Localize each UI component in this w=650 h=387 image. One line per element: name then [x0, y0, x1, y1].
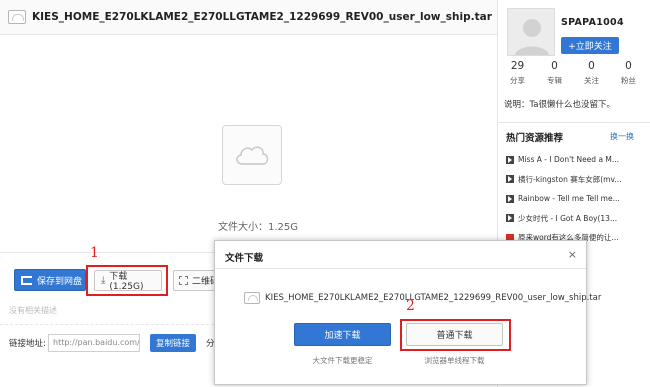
save-to-netdisk-button[interactable]: 保存到网盘 — [14, 269, 86, 291]
list-item-label: 少女时代 - I Got A Boy(13... — [518, 213, 618, 223]
qr-code-icon — [179, 276, 188, 285]
user-description: 说明：Ta很懒什么也没留下。 — [504, 100, 615, 110]
list-item-label: Miss A - I Don't Need a M... — [518, 155, 620, 165]
user-stats: 29 分享 0 专辑 0 关注 0 粉丝 — [499, 60, 650, 86]
cloud-file-icon — [222, 125, 282, 185]
file-icon — [244, 292, 260, 304]
video-icon — [506, 175, 514, 184]
username[interactable]: SPAPA1004 — [561, 17, 624, 28]
list-item[interactable]: 横行-kingston 赛车女郎(mv... — [506, 170, 646, 190]
hot-resources-header: 热门资源推荐 换一换 — [499, 122, 650, 144]
stat-following[interactable]: 0 关注 — [573, 60, 610, 86]
stat-albums[interactable]: 0 专辑 — [536, 60, 573, 86]
file-preview: 文件大小：1.25G — [0, 36, 497, 251]
video-icon — [506, 214, 514, 223]
stat-label: 关注 — [584, 76, 599, 85]
share-link-label: 链接地址: — [9, 339, 46, 349]
follow-button[interactable]: +立即关注 — [561, 37, 619, 54]
file-size-text: 文件大小：1.25G — [218, 222, 299, 233]
stat-number: 0 — [588, 60, 595, 72]
copy-link-button[interactable]: 复制链接 — [150, 334, 196, 352]
list-item[interactable]: Miss A - I Don't Need a M... — [506, 150, 646, 170]
hot-resources-title: 热门资源推荐 — [506, 133, 564, 144]
stat-shares[interactable]: 29 分享 — [499, 60, 536, 86]
share-link-row: 链接地址: http://pan.baidu.com/sh 复制链接 分 — [0, 331, 215, 355]
file-title: KIES_HOME_E270LKLAME2_E270LLGTAME2_12296… — [32, 11, 492, 23]
page: KIES_HOME_E270LKLAME2_E270LLGTAME2_12296… — [0, 0, 650, 387]
list-item[interactable]: 少女时代 - I Got A Boy(13... — [506, 209, 646, 229]
dialog-header: 文件下载 × — [215, 241, 586, 269]
accelerated-download-button[interactable]: 加速下载 — [294, 323, 391, 346]
stat-label: 分享 — [510, 76, 525, 85]
file-download-dialog: 文件下载 × KIES_HOME_E270LKLAME2_E270LLGTAME… — [214, 240, 601, 385]
close-icon[interactable]: × — [568, 248, 577, 261]
stat-number: 0 — [551, 60, 558, 72]
download-icon: ⤓ — [101, 275, 106, 286]
refresh-link[interactable]: 换一换 — [610, 131, 634, 142]
stat-fans[interactable]: 0 粉丝 — [610, 60, 647, 86]
list-item-label: Rainbow - Tell me Tell me... — [518, 194, 620, 204]
video-icon — [506, 194, 514, 203]
dialog-file-info: KIES_HOME_E270LKLAME2_E270LLGTAME2_12296… — [244, 292, 601, 304]
download-button[interactable]: ⤓ 下载(1.25G) — [94, 270, 162, 292]
list-item-label: 横行-kingston 赛车女郎(mv... — [518, 174, 622, 184]
normal-download-note: 浏览器单线程下载 — [424, 356, 485, 365]
share-link-input[interactable]: http://pan.baidu.com/sh — [48, 334, 140, 352]
dialog-title: 文件下载 — [225, 253, 264, 264]
save-icon — [21, 275, 32, 285]
video-icon — [506, 155, 514, 164]
normal-download-button[interactable]: 普通下载 — [406, 323, 503, 346]
file-header: KIES_HOME_E270LKLAME2_E270LLGTAME2_12296… — [0, 0, 497, 35]
file-icon — [8, 10, 26, 24]
stat-number: 29 — [510, 60, 525, 72]
save-button-label: 保存到网盘 — [37, 276, 83, 287]
download-button-label: 下载(1.25G) — [109, 272, 144, 292]
related-description: 没有相关描述 — [0, 305, 214, 325]
list-item[interactable]: Rainbow - Tell me Tell me... — [506, 189, 646, 209]
dialog-file-name: KIES_HOME_E270LKLAME2_E270LLGTAME2_12296… — [265, 293, 602, 303]
hot-resources-list: Miss A - I Don't Need a M... 横行-kingston… — [506, 150, 646, 248]
stat-number: 0 — [625, 60, 632, 72]
stat-label: 专辑 — [547, 76, 562, 85]
annotation-number-1: 1 — [90, 245, 99, 261]
accelerated-download-note: 大文件下载更稳定 — [312, 356, 373, 365]
avatar[interactable] — [507, 8, 555, 56]
stat-label: 粉丝 — [621, 76, 636, 85]
annotation-number-2: 2 — [406, 298, 415, 314]
